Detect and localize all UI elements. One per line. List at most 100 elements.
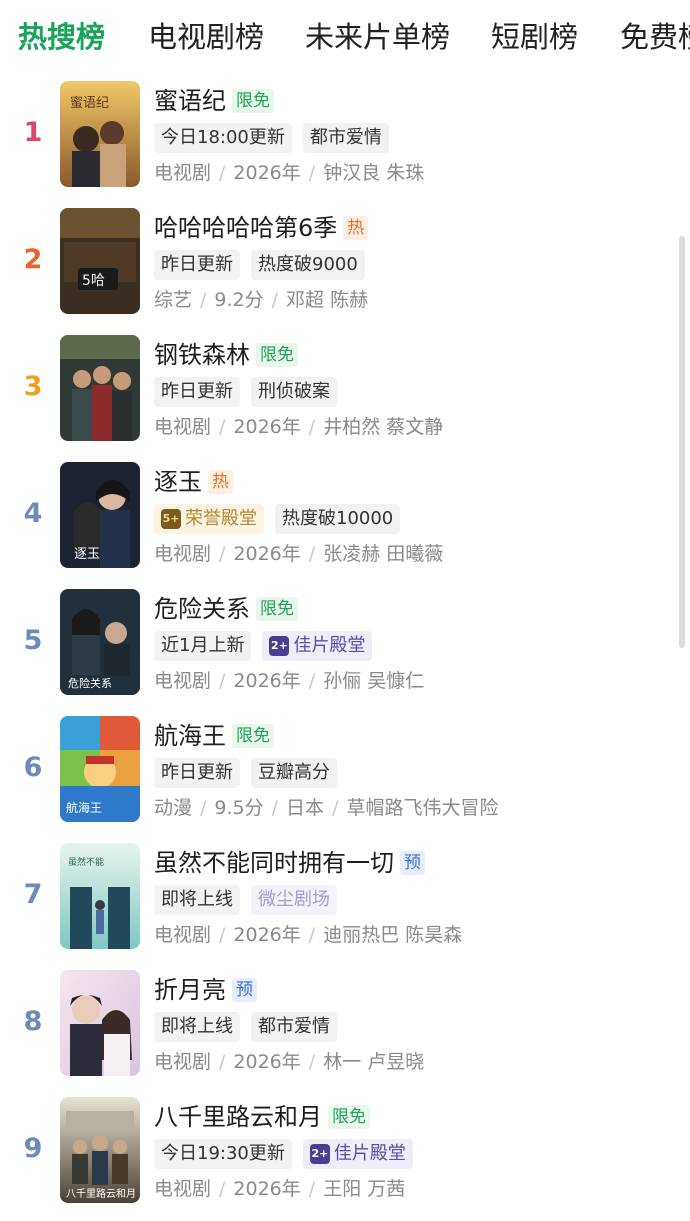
meta-cast: 钟汉良 朱珠 xyxy=(323,162,425,184)
meta-cast: 林一 卢昱晓 xyxy=(323,1051,425,1073)
poster-thumbnail[interactable]: 逐玉 xyxy=(60,462,140,568)
list-item[interactable]: 3 钢铁森林 限免 昨日更新 刑侦破案 电视剧 / 2026年 / 井柏然 蔡文静 xyxy=(0,332,690,459)
show-title[interactable]: 蜜语纪 xyxy=(154,84,226,118)
meta-category: 电视剧 xyxy=(154,162,212,184)
tag-list: 近1月上新 2+ 佳片殿堂 xyxy=(154,630,383,662)
poster-thumbnail[interactable]: 航海王 xyxy=(60,716,140,822)
show-title[interactable]: 虽然不能同时拥有一切 xyxy=(154,846,394,880)
status-badge: 限免 xyxy=(232,724,274,748)
list-item[interactable]: 9 八千里路云和月 八千里路云和月 限免 今日19:30更新 2+ 佳片殿堂 电视… xyxy=(0,1094,690,1221)
tag: 2+ 佳片殿堂 xyxy=(262,631,373,661)
show-title[interactable]: 危险关系 xyxy=(154,592,250,626)
tag: 昨日更新 xyxy=(154,377,240,407)
tag-list: 今日19:30更新 2+ 佳片殿堂 xyxy=(154,1138,424,1170)
rank-number: 9 xyxy=(23,1133,43,1164)
separator: / xyxy=(308,416,316,438)
show-title[interactable]: 钢铁森林 xyxy=(154,338,250,372)
separator: / xyxy=(219,1051,226,1073)
status-badge: 限免 xyxy=(328,1105,370,1129)
poster-thumbnail[interactable]: 危险关系 xyxy=(60,589,140,695)
show-title[interactable]: 逐玉 xyxy=(154,465,202,499)
meta-info: 电视剧 / 2026年 / 王阳 万茜 xyxy=(154,1174,405,1204)
meta-year: 2026年 xyxy=(233,924,301,946)
meta-score: 9.5分 xyxy=(214,797,264,819)
tag-label: 近1月上新 xyxy=(161,635,245,656)
status-badge: 限免 xyxy=(256,597,298,621)
separator: / xyxy=(271,797,279,819)
tab-free[interactable]: 免费榜 xyxy=(620,16,690,58)
separator: / xyxy=(219,670,226,692)
meta-info: 电视剧 / 2026年 / 张凌赫 田曦薇 xyxy=(154,539,443,569)
tag-list: 今日18:00更新 都市爱情 xyxy=(154,122,400,154)
tab-tv-series[interactable]: 电视剧榜 xyxy=(148,16,264,58)
tab-hot-search[interactable]: 热搜榜 xyxy=(18,16,105,58)
meta-category: 动漫 xyxy=(154,797,193,819)
poster-thumbnail[interactable]: 蜜语纪 xyxy=(60,81,140,187)
list-item[interactable]: 8 折月亮 预 即将上线 都市爱情 电视剧 / 2026年 / 林一 卢昱晓 xyxy=(0,967,690,1094)
tag: 即将上线 xyxy=(154,885,240,915)
meta-category: 电视剧 xyxy=(154,543,212,565)
tag: 都市爱情 xyxy=(302,123,389,153)
tag: 刑侦破案 xyxy=(251,377,337,407)
tag-list: 昨日更新 热度破9000 xyxy=(154,249,376,281)
separator: / xyxy=(219,1178,226,1200)
meta-info: 电视剧 / 2026年 / 钟汉良 朱珠 xyxy=(154,158,424,188)
tag-list: 即将上线 都市爱情 xyxy=(154,1011,348,1043)
separator: / xyxy=(308,670,316,692)
tab-upcoming[interactable]: 未来片单榜 xyxy=(305,16,450,58)
tag-label: 即将上线 xyxy=(161,1016,233,1037)
tag-label: 昨日更新 xyxy=(161,381,233,402)
separator: / xyxy=(200,797,207,819)
show-title[interactable]: 折月亮 xyxy=(154,973,226,1007)
poster-thumbnail[interactable]: 虽然不能 xyxy=(60,843,140,949)
rank-number: 6 xyxy=(23,752,43,783)
poster-thumbnail[interactable] xyxy=(60,335,140,441)
meta-category: 电视剧 xyxy=(154,670,212,692)
title-line: 钢铁森林 限免 xyxy=(154,337,298,373)
tag: 豆瓣高分 xyxy=(251,758,337,788)
status-badge: 热 xyxy=(343,216,369,240)
tag-label: 热度破10000 xyxy=(282,508,394,529)
tag-label: 即将上线 xyxy=(161,889,233,910)
title-line: 哈哈哈哈哈第6季 热 xyxy=(154,210,369,246)
separator: / xyxy=(308,1051,316,1073)
svg-text:5哈: 5哈 xyxy=(82,273,105,289)
status-badge: 热 xyxy=(208,470,233,494)
list-item[interactable]: 6 航海王 航海王 限免 昨日更新 豆瓣高分 动漫 / 9.5分 / 日本 / 草帽路飞伟大… xyxy=(0,713,690,840)
title-line: 逐玉 热 xyxy=(154,464,233,500)
title-line: 危险关系 限免 xyxy=(154,591,298,627)
tag: 今日19:30更新 xyxy=(154,1139,292,1169)
tag-list: 5+ 荣誉殿堂 热度破10000 xyxy=(154,503,411,535)
rank-number: 3 xyxy=(23,371,43,402)
poster-thumbnail[interactable]: 八千里路云和月 xyxy=(60,1097,140,1203)
show-title[interactable]: 航海王 xyxy=(154,719,226,753)
meta-info: 电视剧 / 2026年 / 井柏然 蔡文静 xyxy=(154,412,443,442)
status-badge: 预 xyxy=(400,851,425,875)
meta-year: 2026年 xyxy=(233,1178,301,1200)
poster-thumbnail[interactable] xyxy=(60,970,140,1076)
tag-label: 都市爱情 xyxy=(309,127,382,148)
list-item[interactable]: 5 危险关系 危险关系 限免 近1月上新 2+ 佳片殿堂 电视剧 / 2026年 / 孙俪… xyxy=(0,586,690,713)
separator: / xyxy=(219,543,226,565)
rank-number: 1 xyxy=(23,117,43,148)
tag: 5+ 荣誉殿堂 xyxy=(154,504,264,534)
meta-cast: 孙俪 吴慷仁 xyxy=(323,670,425,692)
list-item[interactable]: 1 蜜语纪 蜜语纪 限免 今日18:00更新 都市爱情 电视剧 / 2026年 / 钟汉… xyxy=(0,78,690,205)
show-title[interactable]: 哈哈哈哈哈第6季 xyxy=(154,211,337,245)
tag-list: 昨日更新 刑侦破案 xyxy=(154,376,348,408)
list-item[interactable]: 2 5哈 哈哈哈哈哈第6季 热 昨日更新 热度破9000 综艺 / 9.2分 / 邓超 … xyxy=(0,205,690,332)
tag-list: 昨日更新 豆瓣高分 xyxy=(154,757,348,789)
rank-number: 7 xyxy=(23,879,43,910)
tag-label: 昨日更新 xyxy=(161,762,233,783)
tab-short-drama[interactable]: 短剧榜 xyxy=(491,16,578,58)
meta-cast: 王阳 万茜 xyxy=(323,1178,406,1200)
meta-category: 电视剧 xyxy=(154,924,212,946)
show-title[interactable]: 八千里路云和月 xyxy=(154,1100,322,1134)
list-item[interactable]: 4 逐玉 逐玉 热 5+ 荣誉殿堂 热度破10000 电视剧 / 2026年 / 张凌赫 … xyxy=(0,459,690,586)
poster-thumbnail[interactable]: 5哈 xyxy=(60,208,140,314)
tag-list: 即将上线 微尘剧场 xyxy=(154,884,348,916)
svg-text:航海王: 航海王 xyxy=(66,800,102,815)
meta-category: 综艺 xyxy=(154,289,193,311)
list-item[interactable]: 7 虽然不能 虽然不能同时拥有一切 预 即将上线 微尘剧场 电视剧 / 2026年 /… xyxy=(0,840,690,967)
svg-text:逐玉: 逐玉 xyxy=(74,547,100,562)
